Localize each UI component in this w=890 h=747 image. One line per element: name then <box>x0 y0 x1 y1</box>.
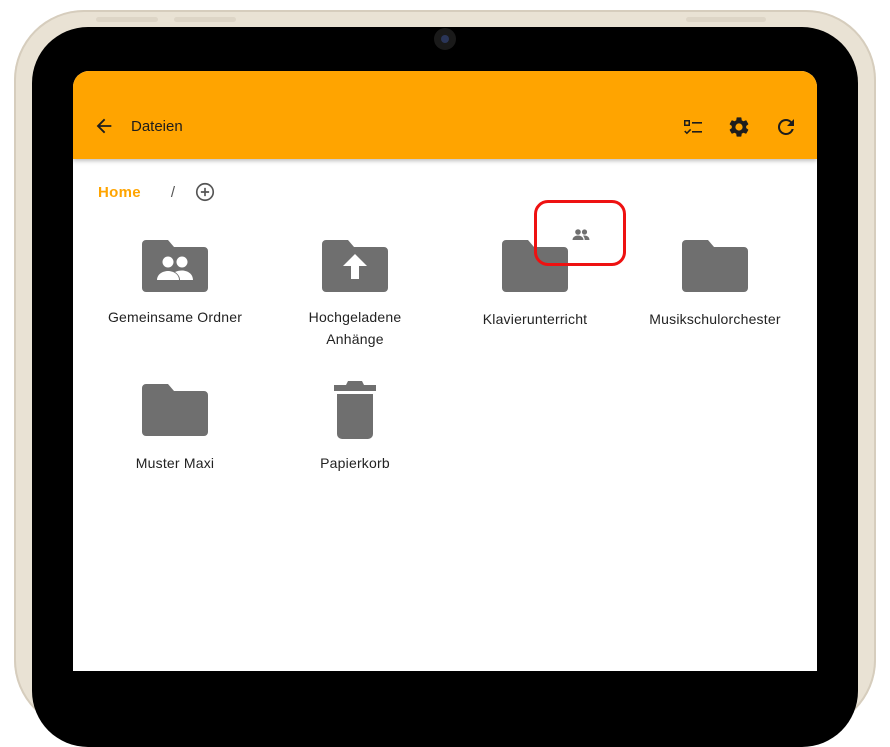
item-label: Hochgeladene Anhänge <box>308 309 402 347</box>
back-arrow-icon[interactable] <box>93 115 115 137</box>
page-title: Dateien <box>131 118 183 135</box>
gear-icon[interactable] <box>727 115 751 139</box>
breadcrumb-separator: / <box>170 183 176 201</box>
hardware-button <box>174 17 236 22</box>
list-item-muster-maxi[interactable]: Muster Maxi <box>85 382 265 474</box>
app-bar: Dateien <box>73 71 817 159</box>
breadcrumb: Home / <box>98 180 216 204</box>
item-label: Gemeinsame Ordner <box>107 309 243 325</box>
item-label: Klavierunterricht <box>482 311 588 327</box>
trash-icon <box>334 381 376 439</box>
app-screen: Dateien Home / <box>73 71 817 671</box>
item-label: Musikschulorchester <box>649 311 781 327</box>
item-label: Papierkorb <box>320 455 390 471</box>
add-circle-icon[interactable] <box>194 181 216 203</box>
list-item-shared-folders[interactable]: Gemeinsame Ordner <box>85 238 265 328</box>
hardware-button <box>96 17 158 22</box>
list-item-piano-lessons[interactable]: Klavierunterricht <box>445 238 625 330</box>
item-label: Muster Maxi <box>135 455 215 471</box>
front-camera <box>434 28 456 50</box>
folder-icon <box>142 384 208 436</box>
list-item-music-orchestra[interactable]: Musikschulorchester <box>625 238 805 330</box>
folder-icon <box>682 240 748 292</box>
shared-folder-icon <box>142 240 208 292</box>
hardware-button <box>686 17 766 22</box>
folder-icon <box>502 240 568 292</box>
checklist-icon[interactable] <box>681 115 705 139</box>
list-item-uploaded-attachments[interactable]: Hochgeladene Anhänge <box>265 238 445 350</box>
refresh-icon[interactable] <box>774 115 798 139</box>
shared-people-icon <box>572 229 590 240</box>
breadcrumb-home[interactable]: Home <box>98 184 141 201</box>
upload-folder-icon <box>322 240 388 292</box>
list-item-trash[interactable]: Papierkorb <box>265 380 445 474</box>
